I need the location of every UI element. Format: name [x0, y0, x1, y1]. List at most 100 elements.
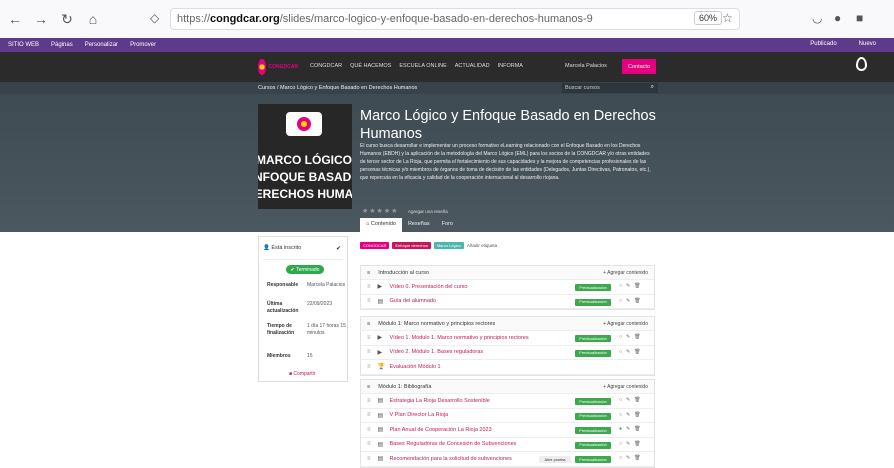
- shield-icon[interactable]: ◇: [150, 11, 159, 25]
- preview-badge[interactable]: Previsualización: [575, 456, 611, 463]
- cover-logo: [286, 112, 322, 136]
- nav-que-hacemos[interactable]: QUÉ HACEMOS: [350, 63, 391, 69]
- list-item[interactable]: ≡ ▶ Vídeo 1. Módulo 1. Marco normativo y p…: [361, 331, 654, 346]
- preview-badge[interactable]: Previsualización: [575, 412, 611, 420]
- item-actions[interactable]: ○✎🗑: [619, 334, 645, 340]
- drag-handle-icon[interactable]: ≡: [367, 456, 371, 462]
- admin-new[interactable]: Nuevo: [859, 41, 876, 47]
- drag-handle-icon[interactable]: ≡: [367, 427, 371, 433]
- add-review-link[interactable]: Agregar una reseña: [408, 209, 448, 214]
- item-label[interactable]: Vídeo 0. Presentación del curso: [390, 284, 468, 290]
- pocket-icon[interactable]: ◡: [812, 11, 822, 25]
- item-actions[interactable]: ○✎🗑: [619, 441, 645, 447]
- bookmark-star-icon[interactable]: ☆: [722, 11, 733, 25]
- list-item[interactable]: ≡ ▤ Estrategia La Rioja Desarrollo Sosteni…: [361, 394, 654, 409]
- rating-stars-icon[interactable]: ★★★★★: [362, 207, 398, 215]
- preview-badge[interactable]: Previsualización: [575, 427, 611, 434]
- list-item[interactable]: ≡ ▶ Vídeo 0. Presentación del curso Previsu…: [361, 280, 654, 295]
- published-toggle[interactable]: Publicado: [810, 41, 836, 47]
- completed-label: Terminado: [296, 266, 320, 273]
- drag-handle-icon[interactable]: ≡: [367, 284, 371, 290]
- item-label[interactable]: Recomendación para la solicitud de subve…: [390, 456, 512, 462]
- drag-handle-icon[interactable]: ≡: [367, 441, 371, 447]
- item-actions[interactable]: ○✎🗑: [619, 412, 645, 418]
- add-content-button[interactable]: + Agregar contenido: [603, 270, 648, 276]
- tab-forum[interactable]: Foro: [436, 218, 459, 232]
- admin-item-customize[interactable]: Personalizar: [85, 42, 118, 48]
- back-icon[interactable]: ←: [4, 11, 26, 27]
- reload-icon[interactable]: ↻: [56, 11, 78, 28]
- url-bar[interactable]: https://congdcar.org/slides/marco-logico…: [170, 8, 740, 30]
- item-label[interactable]: Plan Anual de Cooperación La Rioja 2023: [390, 427, 492, 433]
- tag-congdcar[interactable]: CONGDCAR: [360, 242, 390, 249]
- extension-icon[interactable]: ■: [856, 11, 863, 25]
- item-label[interactable]: Vídeo 2. Módulo 1. Bases reguladoras: [390, 349, 484, 355]
- tag-enfoque-derechos[interactable]: Enfoque derechos: [392, 242, 431, 249]
- item-label[interactable]: Estrategia La Rioja Desarrollo Sostenibl…: [390, 398, 490, 404]
- drag-handle-icon[interactable]: ≡: [367, 384, 370, 390]
- tab-content[interactable]: ⌂ Contenido: [360, 218, 402, 232]
- forward-icon[interactable]: →: [30, 11, 52, 27]
- add-content-button[interactable]: + Agregar contenido: [603, 384, 648, 390]
- url-path: /slides/marco-logico-y-enfoque-basado-en…: [279, 13, 593, 25]
- drag-handle-icon[interactable]: ≡: [367, 270, 370, 276]
- admin-item-pages[interactable]: Páginas: [51, 42, 73, 48]
- admin-item-promote[interactable]: Promover: [130, 42, 156, 48]
- user-menu[interactable]: Marcela Palacios: [565, 63, 607, 69]
- item-label[interactable]: Bases Reguladoras de Concesión de Subven…: [390, 441, 517, 447]
- item-actions[interactable]: ○✎🗑: [619, 397, 645, 403]
- drag-handle-icon[interactable]: ≡: [367, 398, 371, 404]
- drag-handle-icon[interactable]: ≡: [367, 335, 371, 341]
- preview-badge[interactable]: Previsualización: [575, 335, 611, 342]
- nav-congdcar[interactable]: CONGDCAR: [310, 63, 342, 69]
- search-placeholder: Buscar cursos: [565, 85, 600, 91]
- nav-informa[interactable]: INFORMA: [498, 63, 523, 69]
- tab-reviews[interactable]: Reseñas: [402, 218, 436, 232]
- account-icon[interactable]: ●: [834, 11, 841, 25]
- drag-handle-icon[interactable]: ≡: [367, 298, 371, 304]
- add-content-button[interactable]: + Agregar contenido: [603, 321, 648, 327]
- nav-actualidad[interactable]: ACTUALIDAD: [455, 63, 490, 69]
- item-actions[interactable]: ○✎🗑: [619, 283, 645, 289]
- list-item[interactable]: ≡ ▤ Plan Anual de Cooperación La Rioja 202…: [361, 423, 654, 438]
- item-actions[interactable]: ○✎🗑: [619, 298, 645, 304]
- preview-badge[interactable]: Previsualización: [575, 349, 611, 357]
- breadcrumb[interactable]: Cursos / Marco Lógico y Enfoque Basado e…: [258, 85, 417, 91]
- list-item[interactable]: ≡ ▤ Bases Reguladoras de Concesión de Subv…: [361, 438, 654, 452]
- list-item[interactable]: ≡ ▤ Guía del alumnado Previsualización ○✎🗑: [361, 295, 654, 309]
- item-actions[interactable]: ○✎🗑: [619, 349, 645, 355]
- admin-site[interactable]: SITIO WEB: [8, 42, 39, 48]
- course-title: Marco Lógico y Enfoque Basado en Derecho…: [360, 108, 656, 142]
- item-label[interactable]: Evaluación Módulo 1: [390, 364, 441, 370]
- list-item[interactable]: ≡ ▶ Vídeo 2. Módulo 1. Bases reguladoras Pr…: [361, 346, 654, 360]
- list-item[interactable]: ≡ 🏆 Evaluación Módulo 1: [361, 360, 654, 375]
- zoom-level[interactable]: 60%: [694, 11, 723, 25]
- tag-marco-logico[interactable]: Marco Lógico: [433, 242, 464, 249]
- check-icon: ✔: [335, 245, 341, 252]
- list-item[interactable]: ≡ ▤ V Plan Director La Rioja Previsualizaci…: [361, 409, 654, 423]
- add-tag-button[interactable]: Añadir etiqueta: [467, 243, 497, 248]
- free-preview-badge[interactable]: Abrir prueba: [539, 456, 571, 463]
- search-input[interactable]: Buscar cursos ⌕: [562, 83, 658, 93]
- preview-badge[interactable]: Previsualización: [575, 298, 611, 306]
- item-label[interactable]: Vídeo 1. Módulo 1. Marco normativo y pri…: [390, 335, 529, 341]
- site-logo[interactable]: CONGDCAR: [258, 56, 298, 78]
- preview-badge[interactable]: Previsualización: [575, 284, 611, 291]
- nav-escuela-online[interactable]: ESCUELA ONLINE: [399, 63, 446, 69]
- item-label[interactable]: Guía del alumnado: [390, 298, 436, 304]
- home-icon[interactable]: ⌂: [82, 11, 104, 27]
- drag-handle-icon[interactable]: ≡: [367, 364, 371, 370]
- item-actions[interactable]: ●✎🗑: [619, 426, 645, 432]
- drag-handle-icon[interactable]: ≡: [367, 412, 371, 418]
- preview-badge[interactable]: Previsualización: [575, 441, 611, 449]
- module-1: ≡ Módulo 1: Marco normativo y principios …: [360, 316, 655, 376]
- preview-badge[interactable]: Previsualización: [575, 398, 611, 405]
- drag-handle-icon[interactable]: ≡: [367, 349, 371, 355]
- drag-handle-icon[interactable]: ≡: [367, 321, 370, 327]
- contact-button[interactable]: Contacto: [622, 59, 656, 74]
- share-button[interactable]: ■ Compartir: [289, 371, 315, 377]
- list-item[interactable]: ≡ ▤ Recomendación para la solicitud de sub…: [361, 452, 654, 467]
- item-label[interactable]: V Plan Director La Rioja: [390, 412, 449, 418]
- item-actions[interactable]: ○✎🗑: [619, 455, 645, 461]
- search-icon[interactable]: ⌕: [651, 84, 654, 91]
